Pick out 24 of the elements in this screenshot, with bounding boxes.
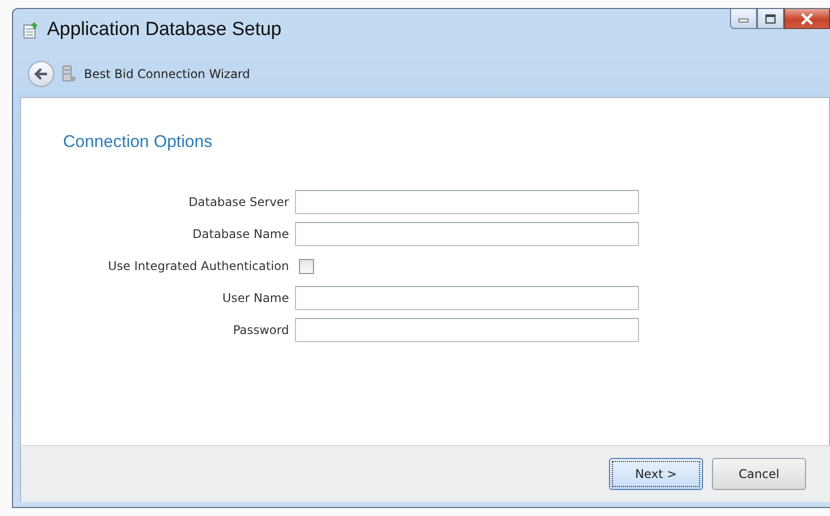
- minimize-button[interactable]: [730, 9, 757, 29]
- close-icon: [800, 12, 814, 24]
- back-button[interactable]: [28, 60, 54, 86]
- window-title: Application Database Setup: [47, 18, 282, 40]
- maximize-button[interactable]: [757, 9, 784, 29]
- field-label: Database Server: [188, 195, 289, 209]
- document-icon: [23, 20, 39, 38]
- field-label: User Name: [222, 291, 289, 305]
- password-field[interactable]: [295, 318, 639, 342]
- input-field[interactable]: [295, 190, 639, 214]
- input-field[interactable]: [295, 222, 639, 246]
- checkbox[interactable]: [299, 258, 314, 274]
- cancel-button[interactable]: Cancel: [712, 458, 806, 490]
- field-label: Database Name: [192, 227, 289, 241]
- page-heading: Connection Options: [63, 132, 214, 152]
- wizard-title: Best Bid Connection Wizard: [84, 66, 250, 80]
- next-button[interactable]: Next >: [609, 458, 703, 490]
- field-label: Use Integrated Authentication: [108, 259, 289, 273]
- field-label: Password: [232, 323, 289, 337]
- database-icon: [62, 64, 76, 82]
- back-arrow-icon: [34, 68, 48, 80]
- close-button[interactable]: [784, 9, 830, 29]
- input-field[interactable]: [295, 286, 639, 310]
- maximize-icon: [764, 14, 776, 24]
